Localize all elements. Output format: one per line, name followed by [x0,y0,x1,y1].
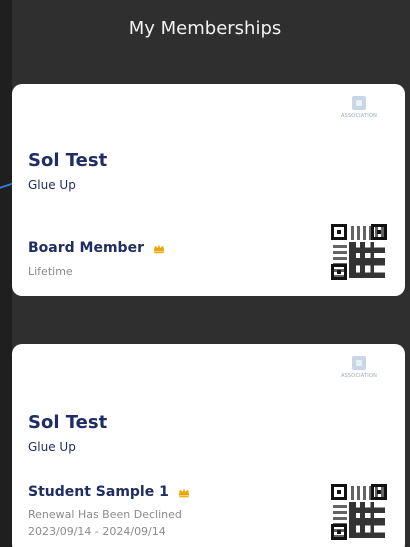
qr-modules-left [333,244,347,278]
qr-modules [349,502,385,538]
qr-code[interactable] [331,484,387,540]
qr-finder-top-left [331,484,347,500]
membership-card[interactable]: ASSOCIATION Sol Test Glue Up Student Sam… [12,344,405,547]
qr-modules-left [333,504,347,538]
crown-icon [178,488,190,498]
logo-text: ASSOCIATION [340,113,378,119]
renewal-status: Renewal Has Been Declined [28,508,182,521]
qr-modules [349,242,385,278]
qr-code[interactable] [331,224,387,280]
membership-plan: Student Sample 1 [28,484,191,500]
app-header: My Memberships [0,0,410,64]
qr-modules-top [351,486,385,500]
organization-name: Sol Test [28,412,108,433]
logo-text: ASSOCIATION [340,373,378,379]
qr-finder-top-left [331,224,347,240]
page-title: My Memberships [128,18,282,39]
association-logo: ASSOCIATION [337,356,381,380]
plan-name: Student Sample 1 [28,484,169,500]
qr-modules-top [351,226,385,240]
association-logo: ASSOCIATION [337,96,381,120]
left-edge-strip [0,0,12,547]
logo-mark [352,356,366,370]
membership-plan: Board Member [28,240,166,256]
logo-mark [352,96,366,110]
organization-name: Sol Test [28,150,108,171]
organization-subtitle: Glue Up [28,178,76,192]
crown-icon [153,244,165,254]
plan-name: Board Member [28,240,144,256]
membership-term: Lifetime [28,265,73,278]
membership-card[interactable]: ASSOCIATION Sol Test Glue Up Board Membe… [12,84,405,296]
organization-subtitle: Glue Up [28,440,76,454]
membership-date-range: 2023/09/14 - 2024/09/14 [28,525,166,538]
